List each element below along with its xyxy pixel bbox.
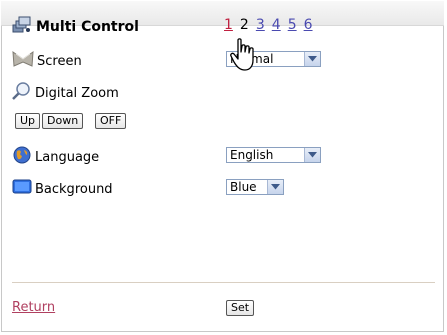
screen-row: Screen (12, 50, 82, 72)
screen-icon (12, 50, 34, 72)
title-row: Multi Control (12, 16, 139, 38)
magnifier-icon (12, 82, 32, 104)
background-label: Background (35, 181, 113, 197)
return-link[interactable]: Return (12, 300, 55, 315)
hand-pointer-icon (230, 38, 260, 76)
screen-label: Screen (37, 53, 82, 69)
page-link-6[interactable]: 6 (304, 17, 313, 33)
digital-zoom-label: Digital Zoom (35, 85, 119, 101)
chevron-down-icon (304, 52, 320, 66)
page-selector: 1 2 3 4 5 6 (224, 17, 313, 33)
digital-zoom-row: Digital Zoom (12, 82, 119, 104)
language-label: Language (35, 149, 100, 165)
page-title: Multi Control (36, 19, 139, 35)
chevron-down-icon (267, 180, 283, 194)
globe-icon (12, 146, 32, 168)
language-row: Language (12, 146, 99, 168)
page-link-5[interactable]: 5 (288, 17, 297, 33)
background-row: Background (12, 178, 113, 200)
page-link-4[interactable]: 4 (272, 17, 281, 33)
multi-control-icon (12, 16, 32, 38)
page-link-2[interactable]: 2 (240, 17, 249, 33)
language-select-value: English (230, 148, 274, 162)
set-button[interactable]: Set (226, 300, 255, 316)
background-select[interactable]: Blue (226, 179, 284, 195)
background-select-value: Blue (230, 180, 257, 194)
zoom-down-button[interactable]: Down (42, 113, 84, 129)
zoom-off-button[interactable]: OFF (95, 113, 127, 129)
language-select[interactable]: English (226, 147, 321, 163)
footer-divider (12, 282, 435, 283)
chevron-down-icon (304, 148, 320, 162)
page-link-1[interactable]: 1 (224, 17, 233, 33)
page-link-3[interactable]: 3 (256, 17, 265, 33)
monitor-icon (12, 178, 32, 200)
zoom-up-button[interactable]: Up (15, 113, 41, 129)
